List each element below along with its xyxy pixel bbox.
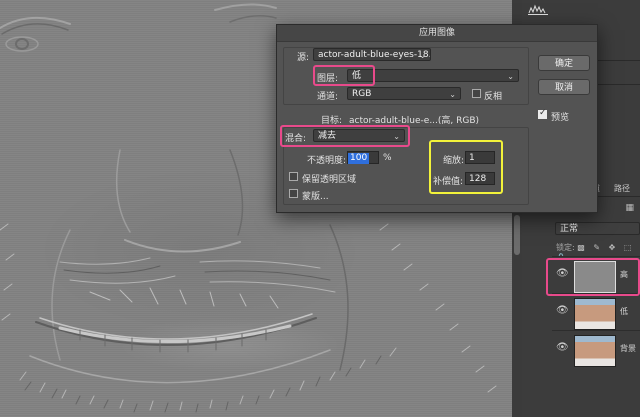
portrait-thumb-icon <box>574 335 616 367</box>
layer-name: 低 <box>620 307 628 316</box>
layer-row-low[interactable]: 👁 低 <box>552 293 640 330</box>
gray-thumb-icon <box>574 261 616 293</box>
lock-label: 锁定: <box>556 243 575 252</box>
opacity-value: 100 <box>348 153 370 164</box>
chevron-down-icon: ⌄ <box>449 90 456 99</box>
blending-label: 混合: <box>285 134 307 144</box>
blending-select[interactable]: 减去 ⌄ <box>313 129 405 142</box>
layer-row-high[interactable]: 👁 高 <box>552 256 640 293</box>
preview-label: 预览 <box>551 113 570 123</box>
preview-checkbox[interactable] <box>538 108 547 119</box>
portrait-thumb-icon <box>574 298 616 330</box>
preserve-transparency-checkbox[interactable] <box>289 172 298 181</box>
offset-input[interactable]: 128 <box>465 172 495 185</box>
source-label: 源: <box>297 53 310 63</box>
preserve-transparency-label: 保留透明区域 <box>302 175 357 185</box>
layer-label: 图层: <box>317 74 339 84</box>
layer-name: 背景 <box>620 344 636 353</box>
mask-label: 蒙版... <box>302 192 329 202</box>
channel-label: 通道: <box>317 92 339 102</box>
target-label: 目标: <box>321 116 343 126</box>
scroll-thumb[interactable] <box>514 215 520 255</box>
opacity-unit: % <box>383 153 392 163</box>
scale-input[interactable]: 1 <box>465 151 495 164</box>
apply-image-dialog: 应用图像 源: actor-adult-blue-eyes-18... ⌄ 图层:… <box>276 24 598 213</box>
invert-checkbox[interactable] <box>472 89 481 98</box>
target-value: actor-adult-blue-e...(高, RGB) <box>349 116 480 126</box>
scale-label: 缩放: <box>443 156 465 166</box>
tab-paths[interactable]: 路径 <box>614 183 630 194</box>
mask-checkbox[interactable] <box>289 189 298 198</box>
dialog-title: 应用图像 <box>277 25 597 42</box>
eye-icon[interactable]: 👁 <box>556 305 569 317</box>
chevron-down-icon: ⌄ <box>419 51 426 60</box>
eye-icon[interactable]: 👁 <box>556 268 569 280</box>
ok-button[interactable]: 确定 <box>538 55 590 71</box>
cancel-button[interactable]: 取消 <box>538 79 590 95</box>
opacity-label: 不透明度: <box>307 156 347 166</box>
layer-blend-mode-select[interactable]: 正常 <box>555 222 640 235</box>
chevron-down-icon: ⌄ <box>393 132 400 141</box>
layer-select[interactable]: 低 ⌄ <box>347 69 519 82</box>
chevron-down-icon: ⌄ <box>507 72 514 81</box>
layer-name: 高 <box>620 270 628 279</box>
channel-select[interactable]: RGB ⌄ <box>347 87 461 100</box>
layer-row-background[interactable]: 👁 背景 <box>552 330 640 367</box>
source-select[interactable]: actor-adult-blue-eyes-18... ⌄ <box>313 48 431 61</box>
histogram-icon <box>528 4 548 15</box>
invert-label: 反相 <box>484 92 503 102</box>
offset-label: 补偿值: <box>433 177 464 187</box>
eye-icon[interactable]: 👁 <box>556 342 569 354</box>
opacity-input[interactable]: 100 <box>347 151 379 164</box>
filter-icon[interactable]: ▦ <box>625 203 634 213</box>
